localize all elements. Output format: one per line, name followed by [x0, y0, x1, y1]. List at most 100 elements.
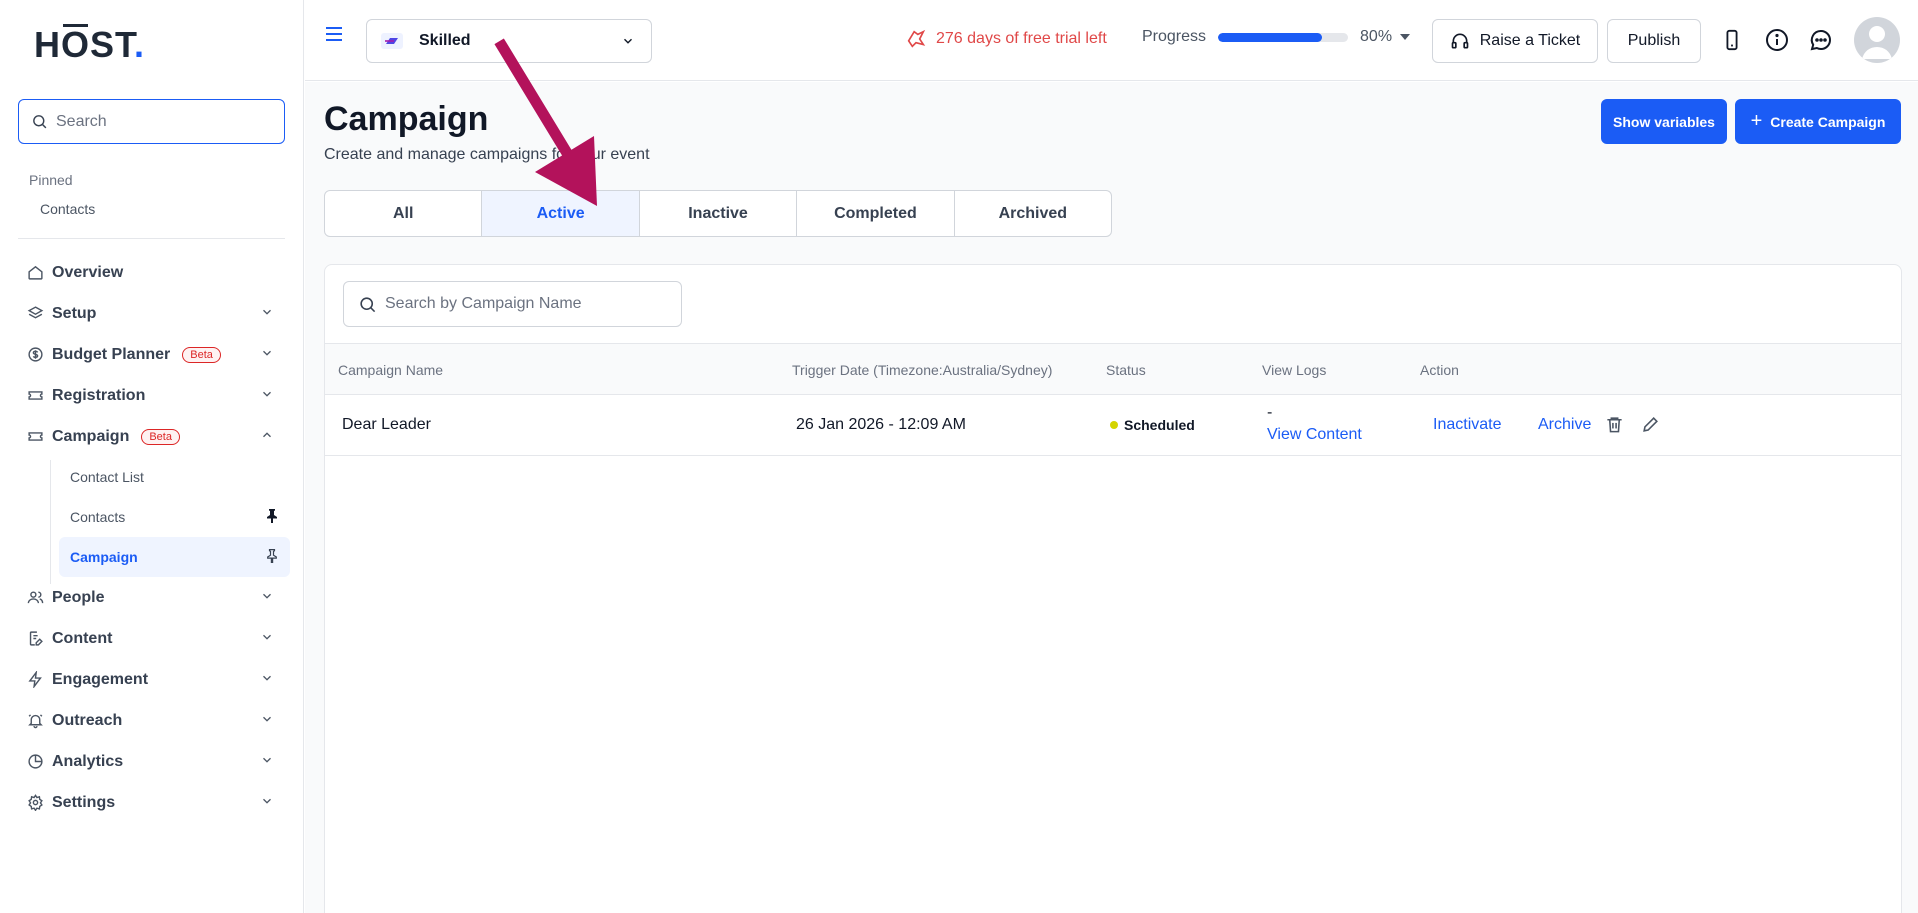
pinned-item-contacts[interactable]: Contacts [40, 201, 95, 217]
show-variables-button[interactable]: Show variables [1601, 99, 1727, 144]
sidebar-search-input[interactable] [56, 112, 276, 131]
status-badge: Scheduled [1110, 417, 1195, 433]
sidebar-item-overview[interactable]: Overview [0, 252, 304, 293]
sidebar-item-settings[interactable]: Settings [0, 782, 304, 823]
sidebar-item-label: Settings [52, 793, 116, 811]
pin-icon[interactable] [266, 509, 278, 526]
tab-active[interactable]: Active [482, 191, 640, 236]
chevron-down-icon [260, 671, 274, 690]
pie-chart-icon [26, 753, 44, 771]
tab-all[interactable]: All [325, 191, 483, 236]
sidebar-sub-campaign[interactable]: Campaign [59, 537, 290, 577]
caret-down-icon[interactable] [1400, 28, 1411, 46]
search-icon [360, 296, 376, 312]
sidebar-item-analytics[interactable]: Analytics [0, 741, 304, 782]
publish-button[interactable]: Publish [1607, 19, 1701, 63]
chat-icon[interactable] [1809, 28, 1833, 57]
view-content-link[interactable]: View Content [1267, 426, 1362, 444]
table-header: Campaign Name Trigger Date (Timezone:Aus… [325, 343, 1901, 395]
progress-indicator[interactable]: Progress 80% [1142, 28, 1411, 46]
column-header-view-logs[interactable]: View Logs [1262, 362, 1326, 378]
pin-outline-icon[interactable] [266, 549, 278, 566]
dollar-circle-icon [26, 346, 44, 364]
avatar[interactable] [1854, 17, 1900, 63]
sidebar-divider [18, 238, 285, 239]
sidebar-item-campaign[interactable]: Campaign Beta [0, 416, 304, 457]
campaign-search[interactable] [343, 281, 682, 327]
sidebar-item-label: Outreach [52, 711, 123, 729]
campaign-name: Dear Leader [342, 416, 431, 433]
sidebar-item-label: Content [52, 629, 113, 647]
sidebar-search[interactable] [18, 99, 285, 144]
column-header-trigger-date[interactable]: Trigger Date (Timezone:Australia/Sydney) [792, 362, 1052, 378]
sidebar: HOST. Pinned Contacts Overview Setup Bud… [0, 0, 304, 913]
ticket-icon [26, 387, 44, 405]
campaign-table-card: Campaign Name Trigger Date (Timezone:Aus… [324, 264, 1902, 913]
main-content: Campaign Create and manage campaigns for… [305, 82, 1918, 913]
sidebar-item-label: People [52, 588, 105, 606]
tab-completed[interactable]: Completed [797, 191, 955, 236]
tab-inactive[interactable]: Inactive [640, 191, 798, 236]
bell-icon [26, 712, 44, 730]
sidebar-item-outreach[interactable]: Outreach [0, 700, 304, 741]
users-icon [26, 589, 44, 607]
progress-label: Progress [1142, 28, 1207, 45]
status-text: Scheduled [1124, 417, 1195, 433]
chevron-up-icon [260, 428, 274, 447]
mobile-phone-icon[interactable] [1721, 28, 1743, 57]
sidebar-item-budget-planner[interactable]: Budget Planner Beta [0, 334, 304, 375]
sidebar-item-content[interactable]: Content [0, 618, 304, 659]
chevron-down-icon [621, 34, 635, 53]
host-logo[interactable]: HOST. [34, 24, 145, 66]
inactivate-link[interactable]: Inactivate [1433, 416, 1501, 434]
gift-ribbon-icon [907, 29, 926, 48]
archive-link[interactable]: Archive [1538, 416, 1591, 434]
beta-badge: Beta [141, 428, 180, 445]
view-logs-dash: - [1267, 404, 1273, 421]
sidebar-sub-label: Campaign [70, 549, 138, 565]
plus-icon: + [1750, 110, 1763, 132]
headset-icon [1451, 33, 1469, 49]
sidebar-item-engagement[interactable]: Engagement [0, 659, 304, 700]
table-row[interactable]: Dear Leader 26 Jan 2026 - 12:09 AM Sched… [325, 395, 1901, 456]
layers-icon [26, 305, 44, 323]
search-icon [33, 115, 47, 129]
create-campaign-button[interactable]: + Create Campaign [1735, 99, 1901, 144]
page-subtitle: Create and manage campaigns for your eve… [324, 146, 650, 163]
sidebar-sub-contacts[interactable]: Contacts [59, 497, 290, 537]
sidebar-item-label: Setup [52, 304, 97, 322]
beta-badge: Beta [182, 346, 221, 363]
info-icon[interactable] [1765, 28, 1789, 57]
status-dot [1110, 421, 1118, 429]
tab-archived[interactable]: Archived [955, 191, 1111, 236]
sidebar-item-label: Engagement [52, 670, 149, 688]
chevron-down-icon [260, 346, 274, 365]
sidebar-item-setup[interactable]: Setup [0, 293, 304, 334]
sidebar-item-registration[interactable]: Registration [0, 375, 304, 416]
submenu-guide-line [50, 460, 51, 584]
sidebar-sub-contact-list[interactable]: Contact List [59, 457, 290, 497]
pencil-icon[interactable] [1641, 415, 1660, 439]
sidebar-item-people[interactable]: People [0, 577, 304, 618]
status-tabs: All Active Inactive Completed Archived [324, 190, 1112, 237]
sidebar-sub-label: Contacts [70, 509, 126, 525]
trial-notice[interactable]: 276 days of free trial left [905, 28, 1107, 50]
pinned-title: Pinned [29, 172, 73, 188]
top-bar: Skilled 276 days of free trial left Prog… [305, 0, 1918, 81]
raise-ticket-button[interactable]: Raise a Ticket [1432, 19, 1598, 63]
column-header-action[interactable]: Action [1420, 362, 1459, 378]
menu-icon[interactable] [325, 22, 343, 48]
event-name: Skilled [419, 32, 471, 49]
chevron-down-icon [260, 794, 274, 813]
event-logo-icon [381, 33, 403, 49]
trash-icon[interactable] [1605, 414, 1624, 440]
gear-icon [26, 794, 44, 812]
trial-text: 276 days of free trial left [936, 30, 1107, 47]
campaign-search-input[interactable] [385, 295, 675, 313]
app-root: HOST. Pinned Contacts Overview Setup Bud… [0, 0, 1918, 913]
event-selector[interactable]: Skilled [366, 19, 652, 63]
column-header-status[interactable]: Status [1106, 362, 1146, 378]
create-campaign-label: Create Campaign [1770, 113, 1886, 130]
column-header-campaign-name[interactable]: Campaign Name [338, 362, 443, 378]
chevron-down-icon [260, 630, 274, 649]
